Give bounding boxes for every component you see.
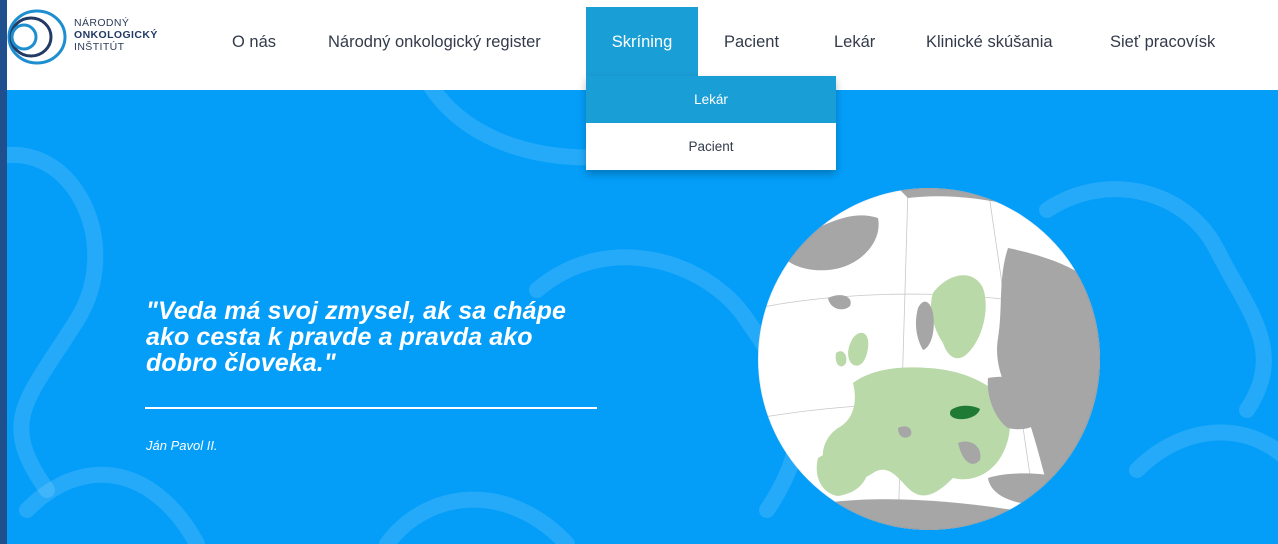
nav-lekar[interactable]: Lekár: [834, 0, 875, 76]
logo-rings-icon: [7, 9, 67, 65]
logo-text: NÁRODNÝ ONKOLOGICKÝ INŠTITÚT: [74, 17, 158, 53]
nav-siet-pracovisk[interactable]: Sieť pracovísk: [1110, 0, 1215, 76]
page: NÁRODNÝ ONKOLOGICKÝ INŠTITÚT O nás Národ…: [0, 0, 1278, 544]
logo-line-2: ONKOLOGICKÝ: [74, 29, 158, 41]
quote-author: Ján Pavol II.: [146, 438, 218, 453]
window-edge: [0, 0, 7, 544]
nav-o-nas[interactable]: O nás: [232, 0, 276, 76]
nav-narodny-onkologicky-register[interactable]: Národný onkologický register: [328, 0, 541, 76]
site-logo[interactable]: NÁRODNÝ ONKOLOGICKÝ INŠTITÚT: [7, 6, 207, 68]
hero-quote: "Veda má svoj zmysel, ak sa chápe ako ce…: [146, 297, 567, 377]
europe-map-image: [758, 188, 1100, 530]
dropdown-item-lekar[interactable]: Lekár: [586, 76, 836, 123]
nav-klinicke-skusania[interactable]: Klinické skúšania: [926, 0, 1053, 76]
nav-skrining[interactable]: Skríning: [586, 7, 698, 76]
quote-divider: [145, 407, 597, 409]
dropdown-item-pacient[interactable]: Pacient: [586, 123, 836, 170]
skrining-dropdown-menu: Lekár Pacient: [586, 76, 836, 170]
nav-pacient[interactable]: Pacient: [724, 0, 779, 76]
logo-line-1: NÁRODNÝ: [74, 17, 130, 29]
logo-line-3: INŠTITÚT: [74, 41, 125, 53]
